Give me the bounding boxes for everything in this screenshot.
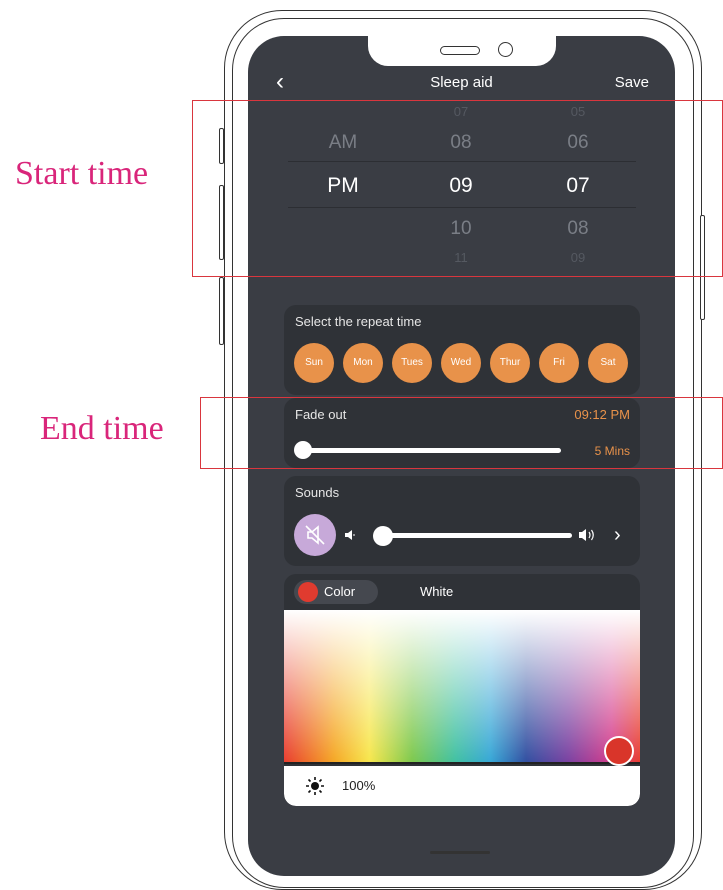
end-time-highlight [200, 397, 723, 469]
color-spectrum-picker[interactable] [284, 610, 640, 764]
day-thur[interactable]: Thur [490, 343, 530, 383]
tab-color[interactable]: Color [294, 580, 378, 604]
day-tues[interactable]: Tues [392, 343, 432, 383]
save-button[interactable]: Save [615, 74, 649, 91]
sounds-card: Sounds › [284, 476, 640, 566]
tab-white[interactable]: White [420, 584, 453, 599]
home-indicator [430, 851, 490, 854]
repeat-card: Select the repeat time Sun Mon Tues Wed … [284, 305, 640, 395]
day-mon[interactable]: Mon [343, 343, 383, 383]
color-picker-knob[interactable] [604, 736, 634, 766]
brightness-value: 100% [342, 778, 376, 793]
notch [368, 36, 556, 66]
tab-color-label: Color [324, 584, 356, 599]
camera-icon [498, 42, 513, 57]
page-title: Sleep aid [430, 74, 493, 91]
start-time-label: Start time [15, 155, 149, 192]
chevron-right-icon[interactable]: › [614, 524, 621, 547]
volume-high-icon [577, 527, 597, 548]
day-sat[interactable]: Sat [588, 343, 628, 383]
light-card: Color White 100% [284, 574, 640, 806]
volume-low-icon [343, 528, 357, 547]
start-time-highlight [192, 100, 723, 277]
day-wed[interactable]: Wed [441, 343, 481, 383]
brightness-row[interactable]: 100% [284, 766, 640, 806]
day-sun[interactable]: Sun [294, 343, 334, 383]
volume-slider-track[interactable] [374, 533, 572, 538]
sun-icon [305, 776, 325, 801]
end-time-label: End time [40, 410, 164, 447]
day-fri[interactable]: Fri [539, 343, 579, 383]
sounds-title: Sounds [295, 485, 340, 500]
mute-icon[interactable] [294, 514, 336, 556]
color-swatch [298, 582, 318, 602]
repeat-title: Select the repeat time [295, 314, 422, 329]
spectrum-bottom-edge [284, 762, 640, 764]
volume-slider-knob[interactable] [373, 526, 393, 546]
side-button-volume-down [219, 277, 224, 345]
speaker-icon [440, 46, 480, 55]
